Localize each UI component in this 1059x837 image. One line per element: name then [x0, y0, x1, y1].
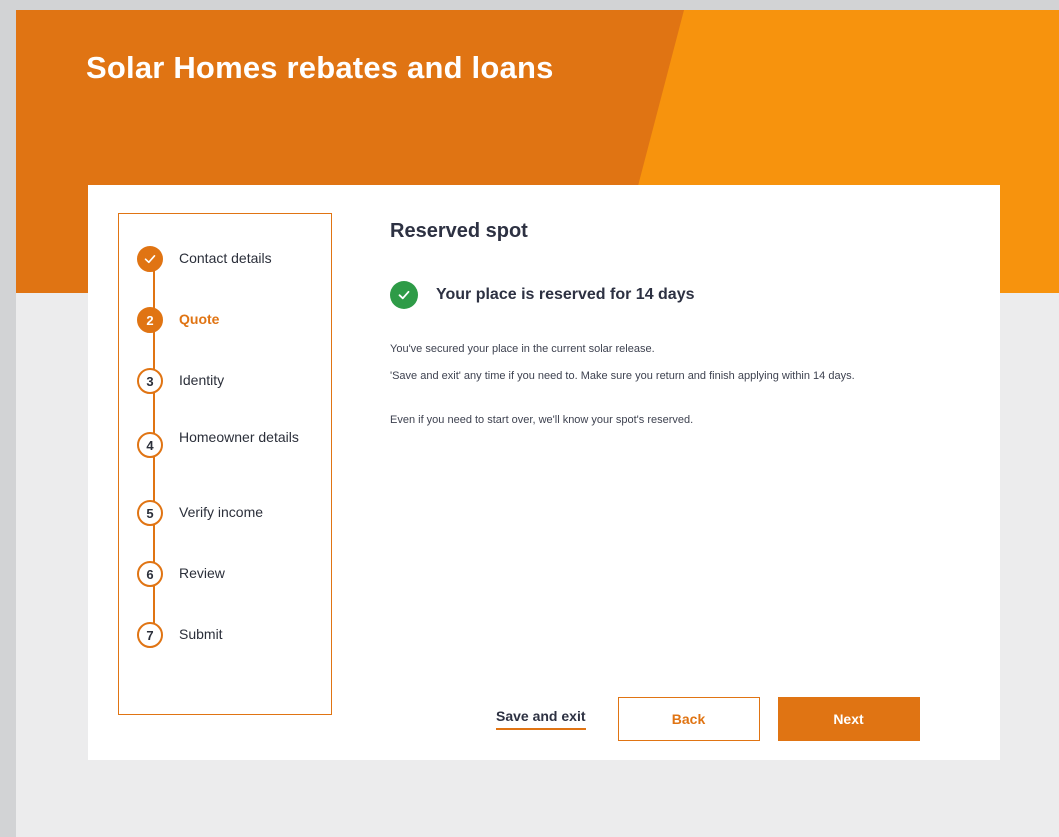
body-paragraph-2: 'Save and exit' any time if you need to.…	[390, 370, 855, 382]
save-and-exit-link[interactable]: Save and exit	[496, 708, 586, 730]
body-paragraph-3: Even if you need to start over, we'll kn…	[390, 414, 694, 426]
step-contact-details[interactable]: Contact details	[137, 246, 309, 272]
step-label: Homeowner details	[179, 429, 299, 445]
reservation-alert: Your place is reserved for 14 days	[390, 281, 695, 309]
step-verify-income[interactable]: 5 Verify income	[137, 500, 309, 526]
step-number: 4	[137, 432, 163, 458]
step-submit[interactable]: 7 Submit	[137, 622, 309, 648]
step-number: 7	[137, 622, 163, 648]
back-button[interactable]: Back	[617, 697, 760, 741]
step-label: Contact details	[179, 250, 272, 266]
step-number: 3	[137, 368, 163, 394]
check-icon	[137, 246, 163, 272]
step-number: 6	[137, 561, 163, 587]
page: Solar Homes rebates and loans Contact de…	[16, 10, 1059, 837]
step-number: 2	[137, 307, 163, 333]
step-label: Review	[179, 565, 225, 581]
body-paragraph-1: You've secured your place in the current…	[390, 343, 655, 355]
step-label: Quote	[179, 311, 220, 327]
step-label: Submit	[179, 626, 223, 642]
application-card: Contact details 2 Quote 3 Identity 4 Hom…	[88, 185, 1000, 760]
step-quote[interactable]: 2 Quote	[137, 307, 309, 333]
step-review[interactable]: 6 Review	[137, 561, 309, 587]
step-identity[interactable]: 3 Identity	[137, 368, 309, 394]
alert-text: Your place is reserved for 14 days	[436, 286, 695, 303]
progress-stepper: Contact details 2 Quote 3 Identity 4 Hom…	[118, 213, 332, 715]
step-label: Identity	[179, 372, 225, 388]
check-circle-icon	[390, 281, 418, 309]
step-number: 5	[137, 500, 163, 526]
page-heading: Reserved spot	[390, 220, 528, 242]
site-title: Solar Homes rebates and loans	[86, 50, 554, 85]
step-homeowner-details[interactable]: 4 Homeowner details	[137, 429, 309, 458]
step-label: Verify income	[179, 504, 264, 520]
form-actions: Save and exit Back Next	[496, 697, 920, 741]
next-button[interactable]: Next	[777, 697, 920, 741]
